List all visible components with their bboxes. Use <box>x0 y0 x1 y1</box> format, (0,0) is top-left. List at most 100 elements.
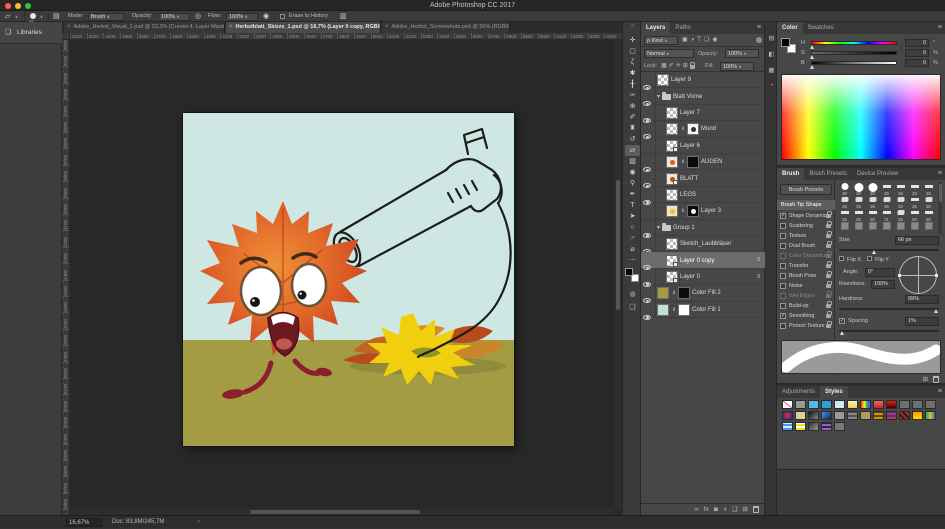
layer-row[interactable]: ∞Layer 3 <box>641 203 765 219</box>
filter-type-icon[interactable]: ❏ <box>704 36 709 45</box>
layer-visibility-toggle[interactable] <box>643 110 653 117</box>
spacing-slider[interactable] <box>839 330 939 332</box>
brush-tip[interactable]: 36 <box>852 195 865 208</box>
brush-tip[interactable]: 36 <box>922 182 935 195</box>
layer-row[interactable]: Sketch_Laubbläser <box>641 236 765 252</box>
vertical-scrollbar[interactable] <box>615 40 621 510</box>
close-tab-icon[interactable]: × <box>229 24 233 30</box>
style-swatch[interactable] <box>834 400 845 409</box>
style-swatch[interactable] <box>834 411 845 420</box>
type-tool[interactable]: T <box>625 200 640 211</box>
style-swatch[interactable] <box>873 400 884 409</box>
layer-mask-thumbnail[interactable] <box>687 205 699 217</box>
style-swatch[interactable] <box>808 422 819 431</box>
tab-layers[interactable]: Layers <box>641 22 670 34</box>
brush-tip[interactable]: 30 <box>838 182 851 195</box>
fill-select[interactable]: 100% ∨ <box>720 62 754 71</box>
option-checkbox[interactable] <box>780 283 786 289</box>
layer-thumbnail[interactable] <box>657 287 669 299</box>
layer-thumbnail[interactable] <box>666 140 678 152</box>
brush-tip[interactable] <box>880 221 893 234</box>
brush-tip[interactable]: 36 <box>880 195 893 208</box>
airbrush-icon[interactable]: ◉ <box>263 11 269 22</box>
brush-tip[interactable] <box>866 221 879 234</box>
flow-select[interactable]: 100% ∨ <box>226 13 258 21</box>
hand-tool[interactable]: ☞ <box>625 233 640 244</box>
layer-visibility-toggle[interactable] <box>643 257 653 264</box>
style-swatch[interactable] <box>912 400 923 409</box>
layer-visibility-toggle[interactable] <box>643 93 653 100</box>
layer-thumbnail[interactable] <box>657 304 669 316</box>
hardness-slider-thumb[interactable] <box>934 309 938 313</box>
tab-brush-presets[interactable]: Brush Presets <box>804 168 852 180</box>
brush-tip[interactable] <box>894 221 907 234</box>
layers-opacity-select[interactable]: 100% ∨ <box>725 49 759 58</box>
brush-settings-panel-icon[interactable]: ▥ <box>340 11 347 22</box>
tab-brush[interactable]: Brush <box>777 168 804 180</box>
eyedropper-tool[interactable]: ✑ <box>625 90 640 101</box>
layer-thumbnail[interactable] <box>666 173 678 185</box>
layer-visibility-toggle[interactable] <box>643 77 653 84</box>
style-swatch[interactable] <box>795 411 806 420</box>
brush-tip[interactable]: 50 <box>908 208 921 221</box>
layer-visibility-toggle[interactable] <box>643 192 653 199</box>
layer-visibility-toggle[interactable] <box>643 159 653 166</box>
layer-thumbnail[interactable] <box>666 205 678 217</box>
layer-thumbnail[interactable] <box>666 271 678 283</box>
style-swatch[interactable] <box>912 411 923 420</box>
rectangular-marquee-tool[interactable]: ▢ <box>625 46 640 57</box>
brush-tip-shape-item[interactable]: Brush Tip Shape <box>777 200 835 210</box>
healing-brush-tool[interactable]: ⊕ <box>625 101 640 112</box>
panel-menu-icon[interactable]: ≡ <box>938 386 942 398</box>
style-swatch[interactable] <box>821 400 832 409</box>
brush-option-wet-edges[interactable]: Wet Edges <box>777 291 835 301</box>
style-swatch[interactable] <box>808 411 819 420</box>
layer-row[interactable]: LEGS <box>641 187 765 203</box>
brush-tip[interactable]: 25 <box>894 182 907 195</box>
layer-row[interactable]: BLATT <box>641 170 765 186</box>
slider-thumb[interactable] <box>810 65 814 69</box>
brush-option-protect-texture[interactable]: Protect Texture <box>777 321 835 331</box>
layer-thumbnail[interactable] <box>666 156 678 168</box>
brush-tip[interactable] <box>922 221 935 234</box>
layer-style-icon[interactable]: fx <box>704 505 709 515</box>
option-checkbox[interactable] <box>780 273 786 279</box>
dock-panel-icon-3[interactable]: ▦ <box>767 66 776 74</box>
lock-type-icon[interactable]: ✛ <box>676 62 681 71</box>
layer-visibility-toggle[interactable] <box>643 126 653 133</box>
dock-panel-icon-1[interactable]: ▤ <box>767 34 776 42</box>
brush-option-texture[interactable]: Texture <box>777 231 835 241</box>
panel-menu-icon[interactable]: ≡ <box>938 22 942 34</box>
style-swatch[interactable] <box>795 400 806 409</box>
document-tab[interactable]: ×Adobe_Herbst_Visual_1.psd @ 33,3% (Curv… <box>64 22 225 33</box>
panel-menu-icon[interactable]: ≡ <box>938 168 942 180</box>
layer-row[interactable]: Layer 6 <box>641 138 765 154</box>
tip-grid-scrollbar-thumb[interactable] <box>939 184 942 202</box>
roundness-handle[interactable] <box>935 274 938 277</box>
style-swatch[interactable] <box>782 411 793 420</box>
lock-type-icon[interactable]: ⊞ <box>683 62 688 71</box>
brush-tip[interactable]: 25 <box>838 208 851 221</box>
layer-row[interactable]: Layer 0 copy∞ <box>641 252 765 268</box>
eraser-tool[interactable]: ▱ <box>625 145 640 156</box>
layer-mask-thumbnail[interactable] <box>687 156 699 168</box>
slider-track[interactable] <box>811 51 897 55</box>
style-swatch[interactable] <box>847 411 858 420</box>
clone-stamp-tool[interactable]: ♜ <box>625 123 640 134</box>
layer-thumbnail[interactable] <box>657 74 669 86</box>
opacity-select[interactable]: 100% ∨ <box>158 13 190 21</box>
delete-layer-icon[interactable] <box>753 506 759 513</box>
layer-row[interactable]: Layer 7 <box>641 105 765 121</box>
quick-mask-icon[interactable]: ◍ <box>623 290 642 298</box>
layer-row[interactable]: ▾Group 1 <box>641 220 765 236</box>
style-swatch[interactable] <box>886 411 897 420</box>
style-swatch[interactable] <box>925 400 936 409</box>
move-tool[interactable]: ✛ <box>625 35 640 46</box>
brush-option-transfer[interactable]: Transfer <box>777 261 835 271</box>
layer-thumbnail[interactable] <box>666 107 678 119</box>
brush-tip[interactable] <box>908 221 921 234</box>
layer-row[interactable]: Layer 0∞ <box>641 269 765 285</box>
layer-visibility-toggle[interactable] <box>643 290 653 297</box>
crop-tool[interactable]: ╂ <box>625 79 640 90</box>
layer-row[interactable]: ∞AUGEN <box>641 154 765 170</box>
